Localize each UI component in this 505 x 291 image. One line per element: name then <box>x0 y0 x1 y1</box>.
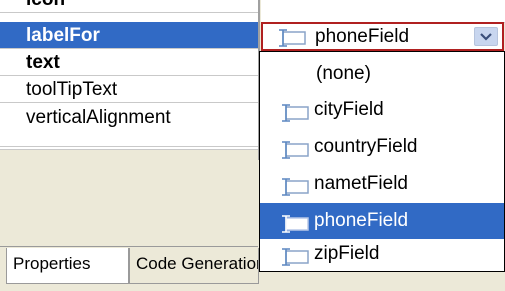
dropdown-option-phonefield[interactable]: phoneField <box>260 203 504 239</box>
property-grid: icon labelFor text toolTipText verticalA… <box>0 0 258 160</box>
option-label: (none) <box>316 63 371 84</box>
property-row-text[interactable]: text <box>0 49 258 76</box>
option-label: phoneField <box>314 210 409 231</box>
properties-panel: icon labelFor text toolTipText verticalA… <box>0 0 505 291</box>
option-label: zipField <box>314 243 380 264</box>
labelfor-combobox[interactable]: phoneField <box>261 22 504 51</box>
tab-label: Code Generation <box>136 254 259 273</box>
property-row-verticalalignment[interactable]: verticalAlignment <box>0 103 258 147</box>
tab-label: Properties <box>13 254 91 273</box>
property-name: verticalAlignment <box>26 107 171 128</box>
dropdown-option-none[interactable]: (none) <box>260 56 504 92</box>
tab-strip-border <box>0 246 258 247</box>
dropdown-button[interactable] <box>474 27 498 46</box>
dropdown-list: (none) cityField countryField nametField… <box>259 51 505 272</box>
tab-properties[interactable]: Properties <box>6 248 129 284</box>
property-row-tooltiptext[interactable]: toolTipText <box>0 76 258 103</box>
text-field-icon <box>280 244 310 280</box>
property-row-icon[interactable]: icon <box>0 0 258 13</box>
dropdown-option-countryfield[interactable]: countryField <box>260 129 504 165</box>
dropdown-option-nametfield[interactable]: nametField <box>260 166 504 202</box>
text-field-icon <box>277 28 307 53</box>
combobox-value: phoneField <box>315 26 410 47</box>
option-label: nametField <box>314 173 408 194</box>
dropdown-option-cityfield[interactable]: cityField <box>260 92 504 128</box>
dropdown-option-zipfield[interactable]: zipField <box>260 236 504 272</box>
option-label: countryField <box>314 136 418 157</box>
property-name: icon <box>26 0 65 10</box>
option-label: cityField <box>314 99 384 120</box>
property-name: toolTipText <box>26 79 118 100</box>
tab-code-generation[interactable]: Code Generation <box>129 248 259 284</box>
property-row-labelfor[interactable]: labelFor <box>0 22 258 49</box>
property-name: labelFor <box>26 25 100 46</box>
property-name: text <box>26 52 60 73</box>
property-value-icon[interactable] <box>261 0 505 23</box>
grid-empty-area <box>0 149 258 238</box>
chevron-down-icon <box>480 33 492 41</box>
